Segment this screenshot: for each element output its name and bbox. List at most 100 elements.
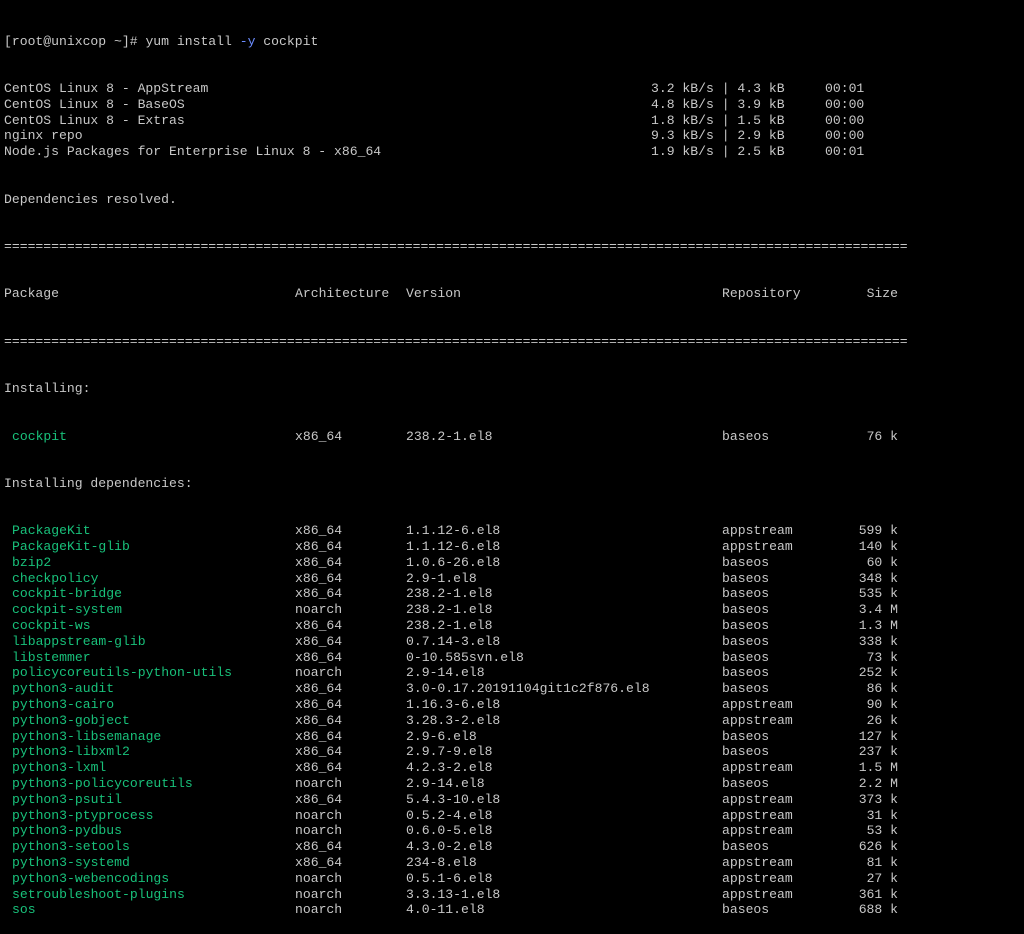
package-size: 27 k bbox=[866, 870, 898, 886]
package-arch: x86_64 bbox=[295, 586, 343, 602]
package-repo: baseos bbox=[722, 902, 770, 918]
table-row: sos noarch 4.0-11.el8 baseos 688 k bbox=[4, 902, 1020, 918]
table-row: python3-systemd x86_64 234-8.el8 appstream 8… bbox=[4, 855, 1020, 871]
package-version: 0.5.2-4.el8 bbox=[406, 807, 493, 823]
table-row: python3-libxml2 x86_64 2.9.7-9.el8 baseos 23… bbox=[4, 744, 1020, 760]
package-arch: noarch bbox=[295, 823, 343, 839]
package-arch: x86_64 bbox=[295, 554, 343, 570]
package-repo: baseos bbox=[722, 681, 770, 697]
package-arch: noarch bbox=[295, 807, 343, 823]
section-dependencies: Installing dependencies: bbox=[4, 475, 193, 491]
table-row: python3-audit x86_64 3.0-0.17.20191104git1… bbox=[4, 681, 1020, 697]
header-version: Version bbox=[406, 286, 462, 302]
package-name: cockpit-system bbox=[12, 602, 123, 618]
package-arch: x86_64 bbox=[295, 428, 343, 444]
package-repo: baseos bbox=[722, 728, 770, 744]
table-row: cockpit-system noarch 238.2-1.el8 baseos 3.4… bbox=[4, 602, 1020, 618]
table-header: Package Architecture Version Repository … bbox=[4, 286, 1020, 302]
package-repo: appstream bbox=[722, 823, 793, 839]
package-version: 1.1.12-6.el8 bbox=[406, 523, 501, 539]
package-size: 140 k bbox=[858, 539, 898, 555]
repo-name: CentOS Linux 8 - AppStream bbox=[4, 80, 209, 96]
package-name: python3-systemd bbox=[12, 855, 130, 871]
package-repo: baseos bbox=[722, 428, 770, 444]
package-repo: baseos bbox=[722, 776, 770, 792]
package-repo: baseos bbox=[722, 602, 770, 618]
repo-transfer: 1.8 kB/s | 1.5 kB bbox=[651, 112, 785, 128]
table-row: python3-gobject x86_64 3.28.3-2.el8 appstre… bbox=[4, 713, 1020, 729]
package-version: 4.3.0-2.el8 bbox=[406, 839, 493, 855]
package-version: 1.1.12-6.el8 bbox=[406, 539, 501, 555]
package-name: python3-psutil bbox=[12, 791, 123, 807]
package-name: bzip2 bbox=[12, 554, 52, 570]
table-row: python3-cairo x86_64 1.16.3-6.el8 appstream… bbox=[4, 697, 1020, 713]
terminal-window[interactable]: [root@unixcop ~]# yum install -y cockpit… bbox=[4, 2, 1020, 918]
repo-name: CentOS Linux 8 - Extras bbox=[4, 112, 185, 128]
package-name: python3-libxml2 bbox=[12, 744, 130, 760]
package-version: 4.2.3-2.el8 bbox=[406, 760, 493, 776]
package-arch: noarch bbox=[295, 602, 343, 618]
package-size: 53 k bbox=[866, 823, 898, 839]
package-version: 1.0.6-26.el8 bbox=[406, 554, 501, 570]
package-size: 90 k bbox=[866, 697, 898, 713]
package-size: 252 k bbox=[858, 665, 898, 681]
package-version: 238.2-1.el8 bbox=[406, 428, 493, 444]
repo-line: Node.js Packages for Enterprise Linux 8 … bbox=[4, 144, 1020, 160]
package-arch: x86_64 bbox=[295, 744, 343, 760]
table-row: PackageKit x86_64 1.1.12-6.el8 appstream 599… bbox=[4, 523, 1020, 539]
repo-metadata-list: CentOS Linux 8 - AppStream 3.2 kB/s | 4.3… bbox=[4, 81, 1020, 160]
package-repo: appstream bbox=[722, 697, 793, 713]
package-repo: appstream bbox=[722, 855, 793, 871]
package-repo: appstream bbox=[722, 791, 793, 807]
package-size: 31 k bbox=[866, 807, 898, 823]
package-size: 73 k bbox=[866, 649, 898, 665]
table-row: python3-setools x86_64 4.3.0-2.el8 baseos 62… bbox=[4, 839, 1020, 855]
package-version: 238.2-1.el8 bbox=[406, 618, 493, 634]
package-size: 626 k bbox=[858, 839, 898, 855]
repo-line: nginx repo 9.3 kB/s | 2.9 kB 00:00 bbox=[4, 128, 1020, 144]
header-architecture: Architecture bbox=[295, 286, 390, 302]
package-arch: x86_64 bbox=[295, 791, 343, 807]
package-arch: noarch bbox=[295, 870, 343, 886]
package-name: PackageKit-glib bbox=[12, 539, 130, 555]
package-name: policycoreutils-python-utils bbox=[12, 665, 233, 681]
repo-time: 00:01 bbox=[825, 80, 865, 96]
install-package-list: cockpit x86_64 238.2-1.el8 baseos 76 k bbox=[4, 429, 1020, 445]
separator-bottom: ========================================… bbox=[4, 333, 908, 349]
package-arch: noarch bbox=[295, 776, 343, 792]
repo-transfer: 9.3 kB/s | 2.9 kB bbox=[651, 128, 785, 144]
package-repo: baseos bbox=[722, 618, 770, 634]
package-arch: x86_64 bbox=[295, 570, 343, 586]
package-repo: appstream bbox=[722, 760, 793, 776]
package-arch: x86_64 bbox=[295, 712, 343, 728]
package-name: python3-ptyprocess bbox=[12, 807, 154, 823]
package-name: python3-libsemanage bbox=[12, 728, 162, 744]
command-text: yum install bbox=[145, 33, 240, 49]
repo-time: 00:01 bbox=[825, 144, 865, 160]
table-row: cockpit x86_64 238.2-1.el8 baseos 76 k bbox=[4, 429, 1020, 445]
package-size: 338 k bbox=[858, 633, 898, 649]
package-repo: appstream bbox=[722, 523, 793, 539]
package-arch: x86_64 bbox=[295, 649, 343, 665]
package-arch: noarch bbox=[295, 886, 343, 902]
package-version: 2.9-6.el8 bbox=[406, 728, 477, 744]
package-repo: baseos bbox=[722, 839, 770, 855]
package-repo: appstream bbox=[722, 886, 793, 902]
package-arch: x86_64 bbox=[295, 633, 343, 649]
package-arch: x86_64 bbox=[295, 760, 343, 776]
package-size: 237 k bbox=[858, 744, 898, 760]
command-flag: -y bbox=[239, 33, 256, 49]
package-name: cockpit-ws bbox=[12, 618, 91, 634]
repo-time: 00:00 bbox=[825, 96, 865, 112]
package-version: 2.9.7-9.el8 bbox=[406, 744, 493, 760]
package-name: cockpit-bridge bbox=[12, 586, 123, 602]
package-size: 26 k bbox=[866, 712, 898, 728]
section-installing: Installing: bbox=[4, 381, 91, 397]
command-arg: cockpit bbox=[255, 33, 319, 49]
package-size: 1.5 M bbox=[858, 760, 898, 776]
package-version: 0.6.0-5.el8 bbox=[406, 823, 493, 839]
package-name: python3-audit bbox=[12, 681, 115, 697]
package-repo: baseos bbox=[722, 554, 770, 570]
package-version: 5.4.3-10.el8 bbox=[406, 791, 501, 807]
table-row: python3-libsemanage x86_64 2.9-6.el8 baseos… bbox=[4, 729, 1020, 745]
